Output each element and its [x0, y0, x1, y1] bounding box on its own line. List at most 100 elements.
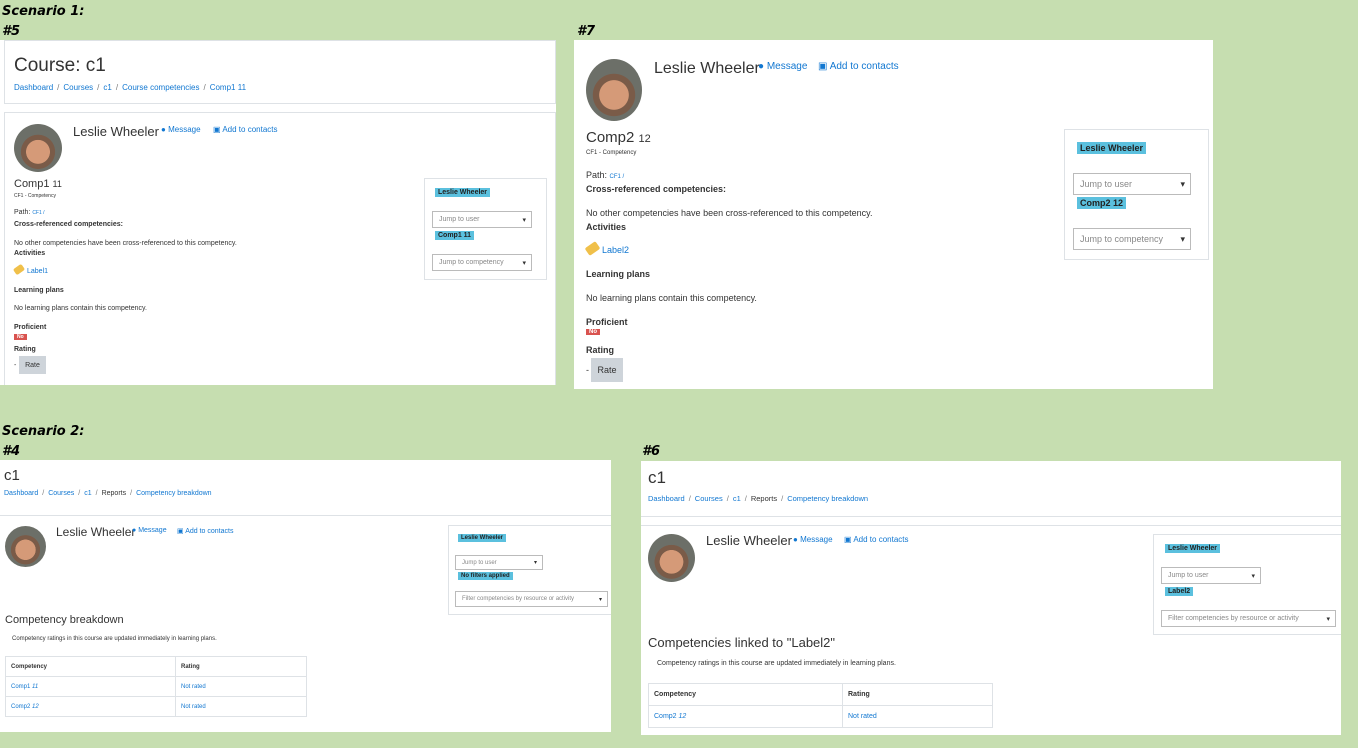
- rating-link[interactable]: Not rated: [848, 713, 877, 720]
- xref-text: No other competencies have been cross-re…: [14, 240, 237, 247]
- breadcrumb-competency-breakdown[interactable]: Competency breakdown: [136, 490, 212, 497]
- message-icon: ●: [132, 527, 137, 534]
- message-link[interactable]: ● Message: [132, 527, 167, 534]
- section-title: Competency breakdown: [5, 614, 124, 626]
- panel6-label: #6: [642, 444, 661, 459]
- column-header-rating: Rating: [175, 656, 307, 677]
- breadcrumb-course[interactable]: c1: [733, 494, 741, 503]
- add-to-contacts-link[interactable]: ▣ Add to contacts: [213, 125, 278, 134]
- proficient-badge: No: [14, 334, 27, 340]
- path-row: Path: CF1 /: [586, 170, 625, 180]
- avatar[interactable]: [5, 526, 46, 567]
- learning-plans-title: Learning plans: [586, 269, 651, 279]
- chevron-down-icon: ▾: [522, 259, 526, 267]
- table-row: Comp2 12 Not rated: [648, 705, 993, 728]
- screenshot-panel-5: Course: c1 Dashboard / Courses / c1/Course c…: [0, 40, 556, 385]
- chevron-down-icon: ▾: [533, 560, 537, 566]
- filter-badge: No filters applied: [458, 572, 513, 580]
- nav-user-badge: Leslie Wheeler: [1165, 544, 1221, 553]
- jump-to-competency-select[interactable]: Jump to competency ▾: [1073, 228, 1191, 250]
- breadcrumb-dashboard[interactable]: Dashboard: [4, 490, 38, 497]
- nav-competency-badge: Comp2 12: [1077, 197, 1127, 209]
- breadcrumb-courses[interactable]: Courses: [48, 490, 74, 497]
- jump-to-competency-select[interactable]: Jump to competency ▾: [432, 254, 532, 271]
- rate-button[interactable]: Rate: [591, 358, 623, 382]
- message-link[interactable]: ● Message: [161, 125, 201, 134]
- breadcrumb: Dashboard / Courses / c1/Reports / Competency …: [4, 490, 212, 497]
- framework-label: CF1 - Competency: [586, 150, 637, 156]
- breadcrumb-competency-breakdown[interactable]: Competency breakdown: [787, 494, 868, 503]
- competency-link[interactable]: Comp1 11: [11, 684, 38, 690]
- user-name[interactable]: Leslie Wheeler: [56, 525, 135, 539]
- filter-select[interactable]: Filter competencies by resource or activ…: [455, 591, 608, 607]
- add-to-contacts-link[interactable]: ▣ Add to contacts: [844, 535, 909, 544]
- filter-badge: Label2: [1165, 587, 1194, 596]
- user-name[interactable]: Leslie Wheeler: [73, 124, 159, 139]
- user-name[interactable]: Leslie Wheeler: [654, 60, 760, 78]
- competency-link[interactable]: Comp2 12: [11, 704, 39, 710]
- path-link[interactable]: CF1 /: [32, 210, 44, 216]
- contact-card-icon: ▣: [213, 125, 221, 134]
- table-row: Comp1 11 Not rated: [5, 676, 307, 697]
- message-link[interactable]: ● Message: [758, 61, 807, 72]
- avatar[interactable]: [586, 59, 642, 121]
- panel5-label: #5: [2, 24, 21, 39]
- user-name[interactable]: Leslie Wheeler: [706, 533, 792, 548]
- breadcrumb-courses[interactable]: Courses: [63, 83, 93, 92]
- nav-user-badge: Leslie Wheeler: [435, 188, 491, 197]
- xref-title: Cross-referenced competencies:: [14, 221, 123, 228]
- table-row: Comp2 12 Not rated: [5, 696, 307, 717]
- activities-title: Activities: [14, 250, 46, 257]
- page-title: Course: c1: [14, 55, 106, 76]
- breadcrumb-course-competencies[interactable]: Course competencies: [122, 83, 199, 92]
- avatar[interactable]: [648, 534, 695, 582]
- activities-title: Activities: [586, 222, 627, 232]
- section-title: Competencies linked to "Label2": [648, 635, 836, 650]
- ratings-note: Competency ratings in this course are up…: [657, 660, 896, 667]
- panel4-label: #4: [2, 444, 21, 459]
- competency-title: Comp1 11: [14, 178, 62, 190]
- add-to-contacts-link[interactable]: ▣ Add to contacts: [818, 61, 899, 72]
- tag-icon: [584, 241, 601, 256]
- activity-item[interactable]: Label1: [12, 263, 48, 276]
- add-to-contacts-link[interactable]: ▣ Add to contacts: [177, 527, 233, 535]
- activity-link[interactable]: Label1: [27, 268, 48, 275]
- path-link[interactable]: CF1 /: [610, 174, 625, 180]
- breadcrumb-dashboard[interactable]: Dashboard: [648, 494, 685, 503]
- xref-title: Cross-referenced competencies:: [586, 184, 727, 194]
- jump-to-user-select[interactable]: Jump to user ▾: [455, 555, 543, 570]
- message-icon: ●: [793, 535, 798, 544]
- filter-select[interactable]: Filter competencies by resource or activ…: [1161, 610, 1336, 627]
- competency-table: Competency Rating Comp1 11 Not rated Com…: [5, 656, 307, 717]
- avatar[interactable]: [14, 124, 62, 172]
- breadcrumb-course[interactable]: c1: [84, 490, 91, 497]
- breadcrumb: Dashboard / Courses / c1/Course competencies…: [14, 83, 247, 92]
- chevron-down-icon: ▾: [1251, 572, 1255, 580]
- nav-competency-badge: Comp1 11: [435, 231, 475, 240]
- rating-value: -: [586, 365, 589, 375]
- tag-icon: [12, 263, 26, 276]
- column-header-competency: Competency: [5, 656, 176, 677]
- breadcrumb-reports: Reports: [750, 494, 778, 503]
- message-icon: ●: [161, 125, 166, 134]
- screenshot-panel-7: Leslie Wheeler ● Message ▣ Add to contac…: [574, 40, 1213, 389]
- activity-item[interactable]: Label2: [584, 241, 629, 256]
- nav-user-badge: Leslie Wheeler: [1077, 142, 1147, 154]
- breadcrumb-course[interactable]: c1: [103, 83, 111, 92]
- rating-link[interactable]: Not rated: [181, 684, 206, 690]
- framework-label: CF1 - Competency: [14, 193, 56, 199]
- jump-to-user-select[interactable]: Jump to user ▾: [432, 211, 532, 228]
- jump-to-user-select[interactable]: Jump to user ▾: [1073, 173, 1191, 195]
- breadcrumb-dashboard[interactable]: Dashboard: [14, 83, 53, 92]
- rate-button[interactable]: Rate: [19, 356, 46, 374]
- learning-plans-text: No learning plans contain this competenc…: [14, 305, 147, 312]
- message-icon: ●: [758, 61, 765, 72]
- activity-link[interactable]: Label2: [602, 245, 629, 255]
- breadcrumb-competency[interactable]: Comp1 11: [210, 83, 246, 92]
- rating-link[interactable]: Not rated: [181, 704, 206, 710]
- competency-link[interactable]: Comp2 12: [654, 713, 686, 720]
- jump-to-user-select[interactable]: Jump to user ▾: [1161, 567, 1261, 584]
- competency-table: Competency Rating Comp2 12 Not rated: [648, 683, 993, 728]
- message-link[interactable]: ● Message: [793, 535, 833, 544]
- breadcrumb-courses[interactable]: Courses: [695, 494, 723, 503]
